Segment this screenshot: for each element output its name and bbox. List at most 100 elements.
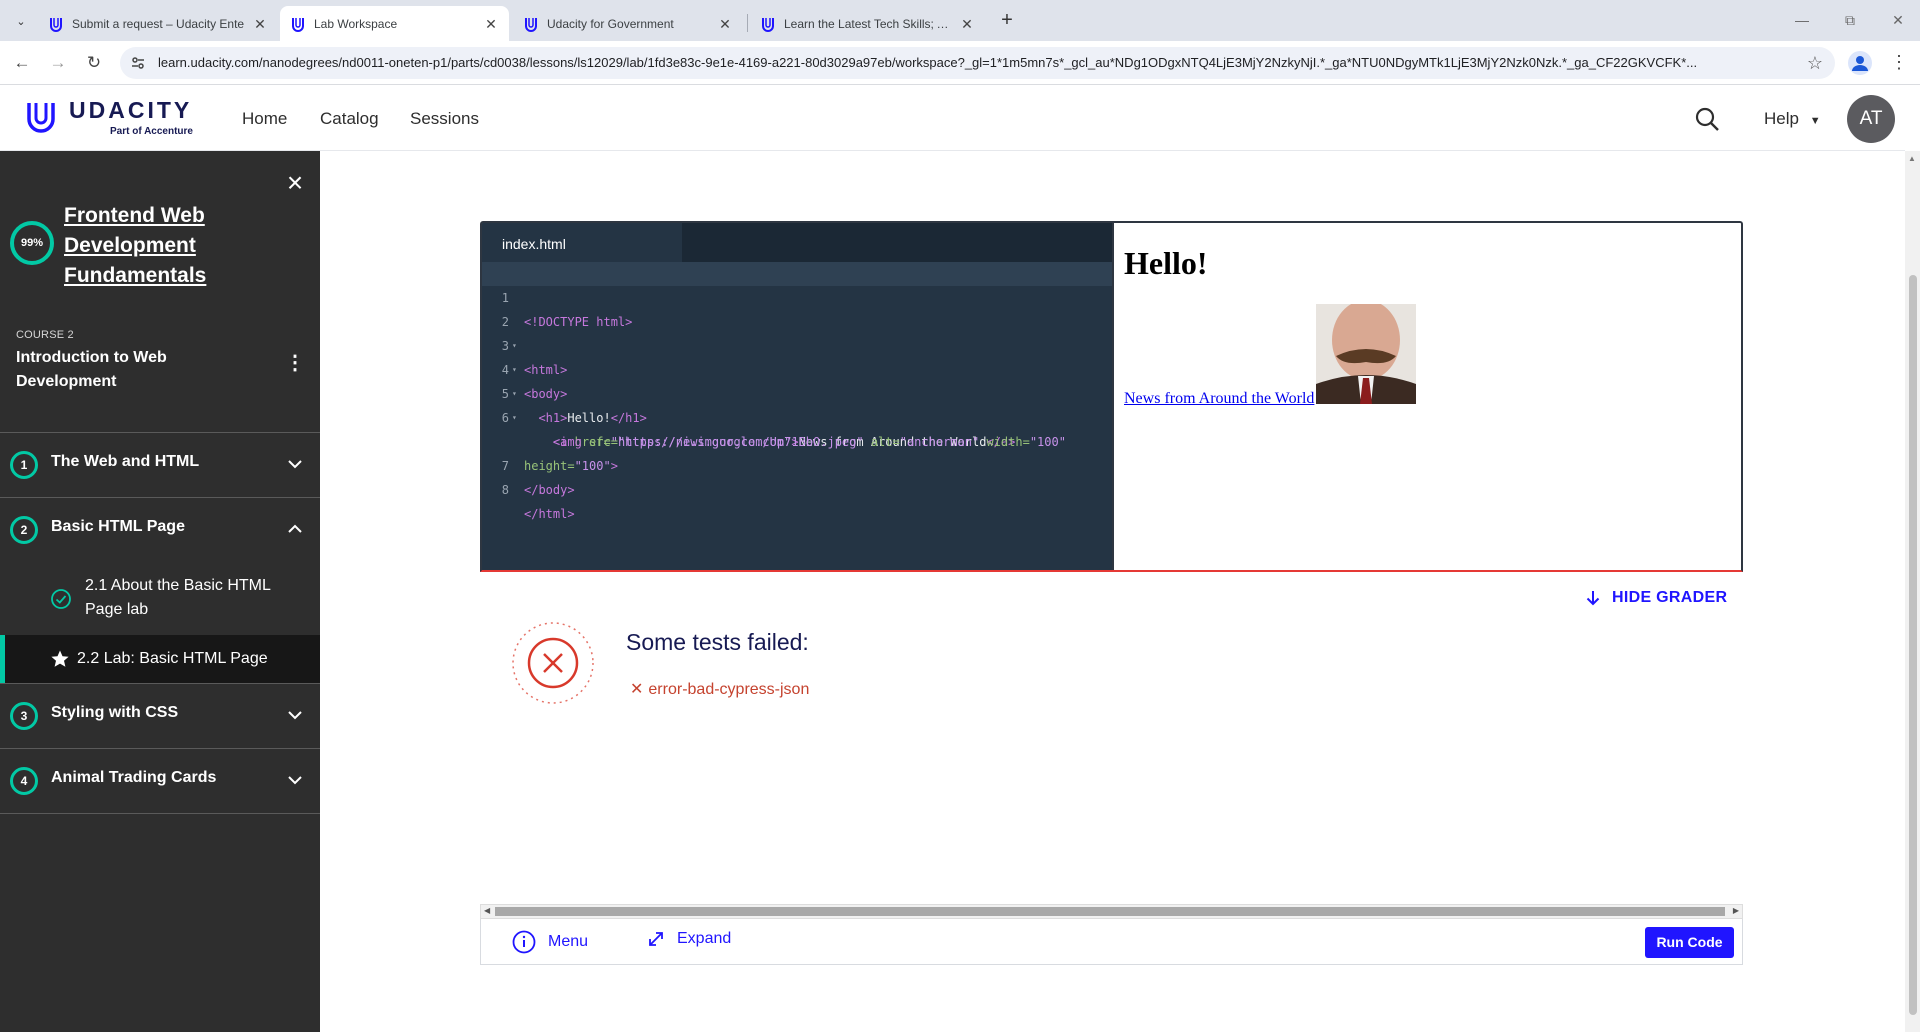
progress-ring: 99%: [9, 220, 55, 266]
help-label: Help: [1764, 109, 1799, 128]
lesson-item-2[interactable]: 2 Basic HTML Page: [0, 498, 320, 562]
horizontal-scrollbar-thumb[interactable]: [495, 907, 1725, 916]
chevron-up-icon: [288, 524, 302, 533]
expand-arrows-icon: [649, 932, 663, 946]
x-mark-icon: ✕: [630, 681, 644, 698]
nav-sessions[interactable]: Sessions: [410, 109, 479, 129]
failed-test-name: error-bad-cypress-json: [648, 681, 810, 698]
editor-tab-bar: index.html: [482, 223, 1112, 262]
menu-button[interactable]: Menu: [512, 930, 588, 954]
back-arrow-icon[interactable]: ←: [10, 51, 34, 75]
lesson-number-badge: 3: [10, 702, 38, 730]
address-bar[interactable]: learn.udacity.com/nanodegrees/nd0011-one…: [120, 47, 1835, 79]
scroll-right-arrow-icon[interactable]: ▶: [1733, 906, 1739, 915]
run-code-button[interactable]: Run Code: [1645, 927, 1734, 958]
udacity-logo[interactable]: UDACITY Part of Accenture: [23, 97, 203, 141]
nav-catalog[interactable]: Catalog: [320, 109, 379, 129]
lesson-item-3[interactable]: 3 Styling with CSS: [0, 684, 320, 748]
anchorman-portrait-icon: [1316, 304, 1416, 404]
chrome-profile-icon[interactable]: [1848, 51, 1872, 75]
code-area[interactable]: 1 <!DOCTYPE html> 2 ▾ <html> 3 ▾ <body> …: [482, 262, 1112, 521]
browser-tab-submit-request[interactable]: Submit a request – Udacity Ente ✕: [38, 6, 278, 41]
lesson-name: Basic HTML Page: [51, 518, 185, 535]
chrome-menu-kebab-icon[interactable]: ⋮: [1890, 51, 1908, 75]
close-tab-icon[interactable]: ✕: [717, 16, 733, 32]
concept-label: 2.2 Lab: Basic HTML Page: [77, 650, 268, 667]
scroll-left-arrow-icon[interactable]: ◀: [484, 906, 490, 915]
lesson-name: The Web and HTML: [51, 453, 200, 470]
code-line: 1 <!DOCTYPE html>: [482, 262, 1112, 329]
site-settings-icon[interactable]: [130, 55, 146, 71]
restore-window-icon[interactable]: ⧉: [1838, 8, 1862, 32]
help-dropdown[interactable]: Help ▼: [1764, 109, 1821, 129]
browser-tab-lab-workspace[interactable]: Lab Workspace ✕: [280, 6, 509, 41]
concept-item-2-1[interactable]: 2.1 About the Basic HTML Page lab: [0, 562, 320, 626]
logo-wordmark: UDACITY: [69, 97, 193, 123]
new-tab-plus-icon[interactable]: +: [996, 10, 1018, 32]
lesson-name: Styling with CSS: [51, 704, 179, 721]
code-line: 5 ▾ <a href="https://news.google.com">Ne…: [482, 358, 1112, 449]
browser-tabstrip: ⌄ Submit a request – Udacity Ente ✕ Lab …: [0, 0, 1920, 41]
editor-file-tab[interactable]: index.html: [482, 223, 682, 262]
scroll-up-arrow-icon[interactable]: ▲: [1908, 154, 1916, 163]
user-avatar[interactable]: AT: [1847, 95, 1895, 143]
anchorman-image: [1316, 304, 1416, 404]
search-icon[interactable]: [1694, 106, 1720, 132]
tab-search-icon[interactable]: ⌄: [10, 10, 32, 32]
program-title-link[interactable]: Frontend Web Development Fundamentals: [64, 201, 284, 291]
chevron-down-icon: [288, 460, 302, 469]
forward-arrow-icon[interactable]: →: [46, 51, 70, 75]
site-header: UDACITY Part of Accenture Home Catalog S…: [0, 85, 1905, 151]
code-line: 6 <img src="https://i.imgur.com/Up71BbO.…: [482, 382, 1112, 449]
page-scrollbar[interactable]: ▲: [1905, 151, 1920, 1032]
bookmark-star-icon[interactable]: ☆: [1807, 53, 1823, 73]
tab-separator: [747, 14, 748, 32]
lesson-item-4[interactable]: 4 Animal Trading Cards: [0, 749, 320, 813]
udacity-logo-icon: [27, 103, 55, 133]
tab-title: Learn the Latest Tech Skills; Adv: [784, 16, 953, 31]
close-window-icon[interactable]: ✕: [1886, 8, 1910, 32]
lesson-item-1[interactable]: 1 The Web and HTML: [0, 433, 320, 497]
hide-grader-button[interactable]: HIDE GRADER: [1586, 587, 1727, 609]
expand-button[interactable]: Expand: [647, 930, 731, 948]
code-editor[interactable]: index.html 1 <!DOCTYPE html> 2 ▾ <html> …: [482, 223, 1112, 570]
menu-label: Menu: [548, 933, 589, 950]
info-icon: [512, 930, 536, 954]
close-tab-icon[interactable]: ✕: [483, 16, 499, 32]
html-preview-pane: Hello! News from Around the World: [1112, 223, 1741, 570]
close-sidebar-icon[interactable]: ×: [282, 169, 308, 197]
reload-icon[interactable]: ↻: [82, 51, 106, 75]
lesson-name: Animal Trading Cards: [51, 769, 217, 786]
preview-news-link[interactable]: News from Around the World: [1124, 390, 1314, 408]
page-scrollbar-thumb[interactable]: [1909, 275, 1917, 1015]
url-text[interactable]: learn.udacity.com/nanodegrees/nd0011-one…: [158, 55, 1788, 70]
browser-toolbar: ← → ↻ learn.udacity.com/nanodegrees/nd00…: [0, 41, 1920, 85]
person-icon: [1852, 56, 1868, 71]
browser-tab-learn-tech-skills[interactable]: Learn the Latest Tech Skills; Adv ✕: [750, 6, 985, 41]
close-tab-icon[interactable]: ✕: [959, 16, 975, 32]
code-line: 3 ▾ <body>: [482, 310, 1112, 401]
nav-home[interactable]: Home: [242, 109, 287, 129]
chevron-down-icon: [288, 776, 302, 785]
udacity-favicon-icon: [50, 17, 62, 32]
workspace-horizontal-scrollbar[interactable]: ◀ ▶: [480, 904, 1743, 919]
arrow-down-icon: [1586, 591, 1600, 606]
course-number-label: COURSE 2: [16, 329, 74, 341]
course-options-kebab-icon[interactable]: ⋮: [285, 351, 305, 375]
close-tab-icon[interactable]: ✕: [252, 16, 268, 32]
concept-item-2-2[interactable]: 2.2 Lab: Basic HTML Page: [0, 635, 320, 683]
completed-check-icon: [51, 589, 71, 609]
grader-result-title: Some tests failed:: [626, 629, 809, 655]
concept-label: 2.1 About the Basic HTML Page lab: [85, 577, 271, 618]
code-line: 2 ▾ <html>: [482, 286, 1112, 377]
browser-tab-udacity-government[interactable]: Udacity for Government ✕: [513, 6, 743, 41]
progress-percent: 99%: [20, 237, 44, 249]
caret-down-icon: ▼: [1809, 115, 1821, 127]
udacity-favicon-icon: [292, 17, 304, 32]
minimize-window-icon[interactable]: —: [1790, 8, 1814, 32]
course-title: Introduction to Web Development: [16, 349, 167, 390]
line-number: 8: [501, 483, 509, 497]
tab-title: Udacity for Government: [547, 16, 674, 31]
hide-grader-label: HIDE GRADER: [1612, 589, 1728, 606]
code-line: height="100">: [524, 459, 618, 473]
